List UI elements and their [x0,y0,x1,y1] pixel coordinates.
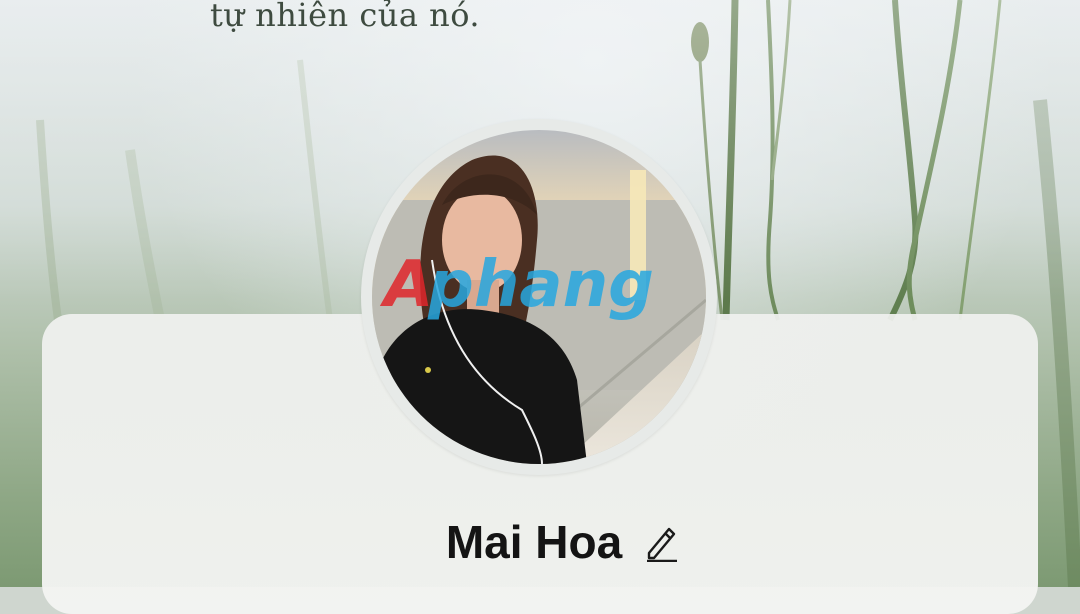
pencil-icon [647,527,678,562]
edit-name-button[interactable] [642,520,682,564]
svg-text:A: A [379,248,434,322]
svg-text:phang: phang [427,248,654,322]
profile-name: Mai Hoa [445,516,623,568]
cover-caption-text: tự nhiên của nó. [210,0,481,34]
avatar-watermark: A phang [379,248,654,322]
profile-name-row: Mai Hoa [0,512,1080,572]
